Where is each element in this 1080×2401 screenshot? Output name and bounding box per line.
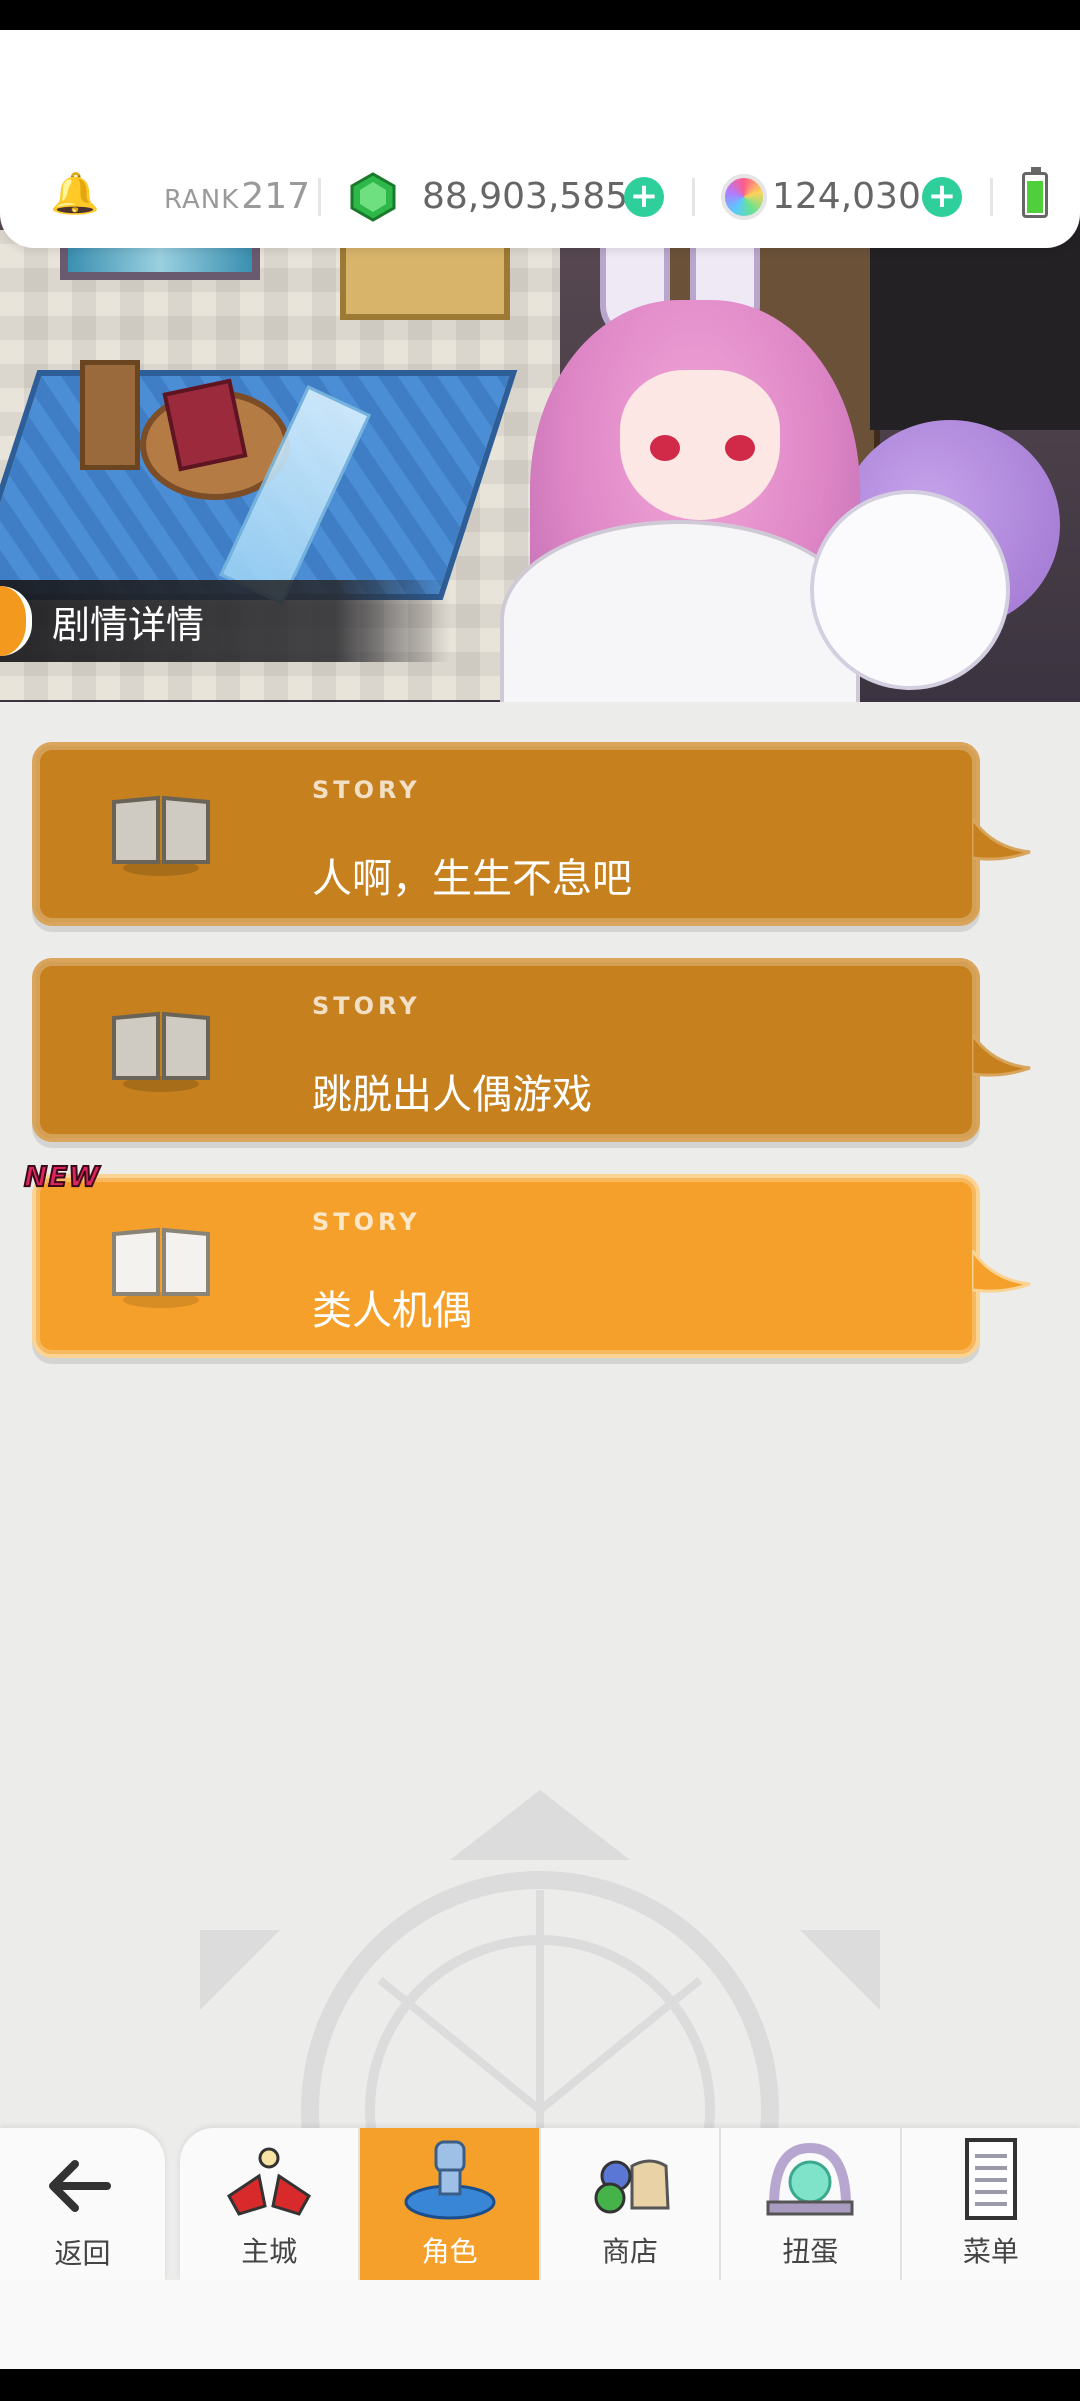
- story-card[interactable]: STORY 跳脱出人偶游戏: [32, 958, 1031, 1142]
- nav-gacha[interactable]: 扭蛋: [721, 2128, 902, 2280]
- story-kicker: STORY: [312, 992, 421, 1020]
- gem-count: 88,903,585: [422, 176, 629, 217]
- story-card-new[interactable]: STORY 类人机偶: [32, 1174, 1031, 1358]
- town-icon: [227, 2147, 312, 2216]
- story-banner: 剧情详情: [0, 190, 1080, 702]
- section-label: 剧情详情: [0, 580, 450, 662]
- nav-menu[interactable]: 菜单: [902, 2128, 1080, 2280]
- book-icon: [112, 1227, 210, 1308]
- story-title: 类人机偶: [312, 1288, 472, 1334]
- player-rank: RANK 217: [164, 176, 310, 220]
- status-bar: [0, 0, 1080, 30]
- card-tail: [972, 818, 1031, 861]
- bottom-area: [0, 2280, 1080, 2369]
- nav-character-label: 角色: [421, 2235, 478, 2268]
- add-orbs-button[interactable]: +: [922, 177, 962, 217]
- nav-town[interactable]: 主城: [180, 2128, 361, 2280]
- divider: [318, 178, 321, 216]
- battery-icon: [1022, 167, 1048, 218]
- back-label: 返回: [54, 2237, 111, 2270]
- story-title: 跳脱出人偶游戏: [312, 1072, 592, 1118]
- back-button[interactable]: 返回: [0, 2128, 165, 2280]
- section-accent: [0, 586, 32, 656]
- bottom-nav: 主城 角色 商店 扭蛋 菜单: [180, 2128, 1080, 2280]
- card-tail: [972, 1250, 1031, 1293]
- shop-icon: [594, 2159, 670, 2214]
- nav-shop-label: 商店: [602, 2235, 659, 2268]
- menu-icon: [964, 2138, 1017, 2220]
- room-chair: [80, 360, 140, 470]
- nav-character[interactable]: 角色: [360, 2128, 541, 2280]
- book-icon: [112, 795, 210, 876]
- new-badge: NEW: [23, 1159, 101, 1194]
- story-kicker: STORY: [312, 776, 421, 804]
- nav-shop[interactable]: 商店: [541, 2128, 722, 2280]
- character-face: [620, 370, 780, 520]
- character-eye-left: [650, 435, 680, 461]
- story-card[interactable]: STORY 人啊，生生不息吧: [32, 742, 1031, 926]
- nav-menu-label: 菜单: [962, 2235, 1019, 2268]
- story-kicker: STORY: [312, 1208, 421, 1236]
- gacha-icon: [766, 2142, 854, 2216]
- story-title: 人啊，生生不息吧: [312, 856, 632, 902]
- orb-count: 124,030: [772, 176, 921, 217]
- system-bar: [0, 2369, 1080, 2401]
- bell-icon[interactable]: 🔔: [50, 172, 100, 216]
- character-icon: [404, 2140, 496, 2220]
- background-emblem: [200, 1790, 880, 2140]
- nav-gacha-label: 扭蛋: [782, 2235, 839, 2268]
- rainbow-orb-icon: [721, 174, 767, 220]
- nav-town-label: 主城: [241, 2235, 298, 2268]
- rank-label: RANK: [164, 185, 240, 215]
- book-icon: [112, 1011, 210, 1092]
- section-label-text: 剧情详情: [52, 602, 205, 647]
- back-arrow-icon: [49, 2160, 111, 2212]
- rank-value: 217: [241, 176, 311, 217]
- card-tail: [972, 1034, 1031, 1077]
- character-eye-right: [725, 435, 755, 461]
- divider: [990, 178, 993, 216]
- green-gem-icon: [350, 172, 396, 222]
- divider: [692, 178, 695, 216]
- add-gems-button[interactable]: +: [624, 177, 664, 217]
